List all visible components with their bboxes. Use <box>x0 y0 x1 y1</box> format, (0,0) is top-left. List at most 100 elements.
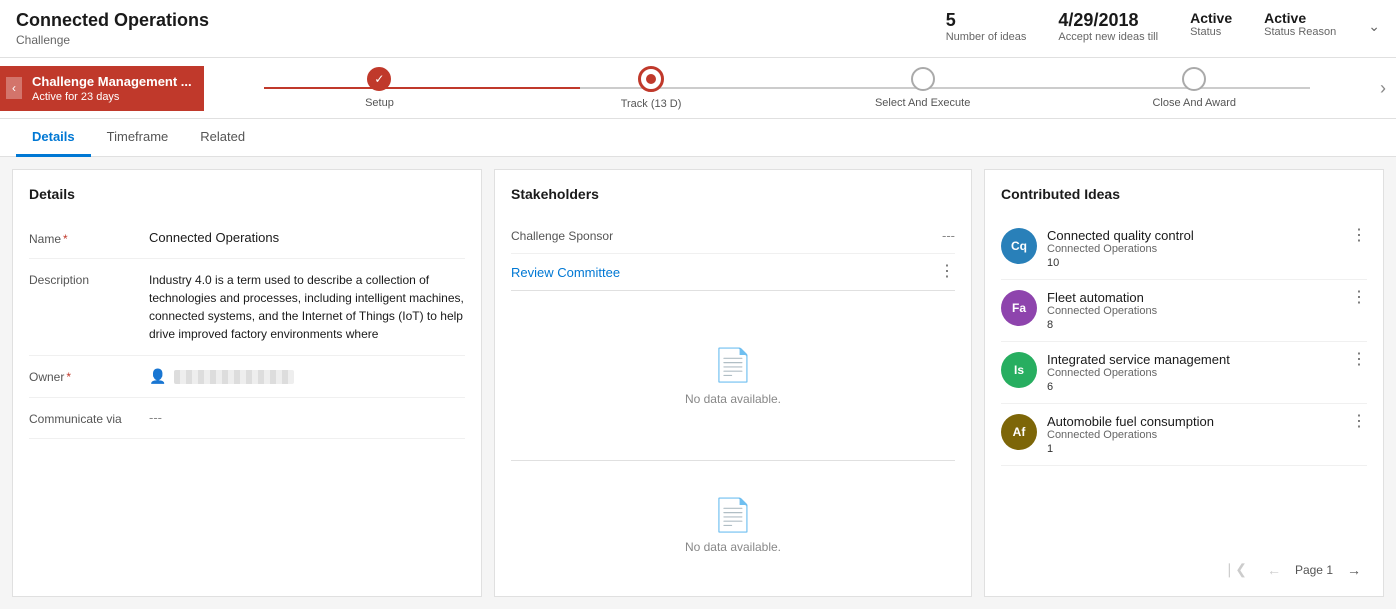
stakeholders-panel: Stakeholders Challenge Sponsor --- Revie… <box>494 169 972 597</box>
main-content: Details Name* Connected Operations Descr… <box>0 157 1396 609</box>
prev-challenge-button[interactable]: ‹ <box>6 77 22 99</box>
details-panel-title: Details <box>29 186 465 202</box>
status-reason-value: Active <box>1264 10 1306 26</box>
field-description-row: Description Industry 4.0 is a term used … <box>29 259 465 356</box>
status-label: Status <box>1190 26 1221 38</box>
sponsor-value: --- <box>942 228 955 243</box>
idea-count-0: 10 <box>1047 257 1341 269</box>
status-reason-field: Active Status Reason <box>1264 10 1336 38</box>
progress-area: ‹ Challenge Management ... Active for 23… <box>0 58 1396 119</box>
prev-page-button[interactable]: ← <box>1261 560 1287 580</box>
committee-row: Review Committee ⋮ <box>511 254 955 291</box>
idea-item-0: Cq Connected quality control Connected O… <box>1001 218 1367 280</box>
field-owner-row: Owner* 👤 <box>29 356 465 398</box>
owner-required-mark: * <box>66 370 71 384</box>
page-header: Connected Operations Challenge 5 Number … <box>0 0 1396 58</box>
tab-bar: Details Timeframe Related <box>0 119 1396 157</box>
idea-menu-icon-1[interactable]: ⋮ <box>1351 290 1367 306</box>
idea-avatar-1: Fa <box>1001 290 1037 326</box>
idea-avatar-2: Is <box>1001 352 1037 388</box>
tab-timeframe[interactable]: Timeframe <box>91 119 185 157</box>
doc-icon-2: 📄 <box>713 496 753 534</box>
name-required-mark: * <box>63 232 68 246</box>
idea-menu-icon-2[interactable]: ⋮ <box>1351 352 1367 368</box>
header-left: Connected Operations Challenge <box>16 10 946 47</box>
idea-menu-icon-3[interactable]: ⋮ <box>1351 414 1367 430</box>
committee-menu-icon[interactable]: ⋮ <box>939 264 955 280</box>
idea-info-0: Connected quality control Connected Oper… <box>1047 228 1341 269</box>
ideas-count-value: 5 <box>946 10 956 31</box>
idea-name-0: Connected quality control <box>1047 228 1341 243</box>
idea-name-2: Integrated service management <box>1047 352 1341 367</box>
field-name-label: Name* <box>29 230 149 246</box>
idea-item-3: Af Automobile fuel consumption Connected… <box>1001 404 1367 466</box>
field-communicate-row: Communicate via --- <box>29 398 465 439</box>
challenge-badge[interactable]: ‹ Challenge Management ... Active for 23… <box>0 66 204 111</box>
stakeholders-title: Stakeholders <box>511 186 955 202</box>
idea-item-1: Fa Fleet automation Connected Operations… <box>1001 280 1367 342</box>
first-page-button[interactable]: ❘❮ <box>1217 559 1252 580</box>
date-value: 4/29/2018 <box>1058 10 1138 31</box>
no-data-label-2: No data available. <box>685 540 781 554</box>
committee-label: Review Committee <box>511 265 620 280</box>
status-value: Active <box>1190 10 1232 26</box>
badge-title: Challenge Management ... <box>32 74 192 89</box>
next-page-button[interactable]: → <box>1341 560 1367 580</box>
step-close[interactable]: Close And Award <box>1058 67 1330 109</box>
person-icon: 👤 <box>149 368 166 385</box>
field-owner-value: 👤 <box>149 368 465 385</box>
owner-name-blurred <box>174 370 294 384</box>
details-panel: Details Name* Connected Operations Descr… <box>12 169 482 597</box>
owner-row: 👤 <box>149 368 465 385</box>
date-field: 4/29/2018 Accept new ideas till <box>1058 10 1158 43</box>
field-owner-label: Owner* <box>29 368 149 385</box>
ideas-panel: Contributed Ideas Cq Connected quality c… <box>984 169 1384 597</box>
ideas-count-label: Number of ideas <box>946 31 1027 43</box>
tab-details[interactable]: Details <box>16 119 91 157</box>
idea-info-2: Integrated service management Connected … <box>1047 352 1341 393</box>
step-label-track: Track (13 D) <box>621 98 682 110</box>
step-label-select: Select And Execute <box>875 97 970 109</box>
field-name-value: Connected Operations <box>149 230 465 246</box>
idea-count-3: 1 <box>1047 443 1341 455</box>
field-description-label: Description <box>29 271 149 343</box>
step-label-setup: Setup <box>365 97 394 109</box>
status-reason-label: Status Reason <box>1264 26 1336 38</box>
idea-name-3: Automobile fuel consumption <box>1047 414 1341 429</box>
idea-menu-icon-0[interactable]: ⋮ <box>1351 228 1367 244</box>
tab-related[interactable]: Related <box>184 119 261 157</box>
idea-org-2: Connected Operations <box>1047 367 1341 379</box>
field-communicate-label: Communicate via <box>29 410 149 426</box>
idea-count-1: 8 <box>1047 319 1341 331</box>
date-label: Accept new ideas till <box>1058 31 1158 43</box>
progress-steps: ✓ Setup Track (13 D) Select And Execute … <box>204 58 1370 118</box>
idea-info-1: Fleet automation Connected Operations 8 <box>1047 290 1341 331</box>
chevron-down-icon[interactable]: ⌄ <box>1368 18 1380 35</box>
ideas-title: Contributed Ideas <box>1001 186 1367 202</box>
idea-org-3: Connected Operations <box>1047 429 1341 441</box>
status-field: Active Status <box>1190 10 1232 38</box>
sponsor-label: Challenge Sponsor <box>511 229 613 243</box>
page-subtitle: Challenge <box>16 33 946 47</box>
step-circle-select <box>911 67 935 91</box>
badge-sub: Active for 23 days <box>32 91 192 103</box>
step-label-close: Close And Award <box>1152 97 1236 109</box>
header-right: 5 Number of ideas 4/29/2018 Accept new i… <box>946 10 1380 43</box>
field-name-row: Name* Connected Operations <box>29 218 465 259</box>
sponsor-row: Challenge Sponsor --- <box>511 218 955 254</box>
step-select[interactable]: Select And Execute <box>787 67 1059 109</box>
step-circle-setup: ✓ <box>367 67 391 91</box>
step-track[interactable]: Track (13 D) <box>515 66 787 110</box>
next-step-button[interactable]: › <box>1370 78 1396 99</box>
idea-count-2: 6 <box>1047 381 1341 393</box>
page-label: Page 1 <box>1295 563 1333 577</box>
committee-no-data: 📄 No data available. <box>511 291 955 460</box>
no-data-label-1: No data available. <box>685 392 781 406</box>
pagination-row: ❘❮ ← Page 1 → <box>1001 547 1367 580</box>
doc-icon-1: 📄 <box>713 346 753 384</box>
step-circle-close <box>1182 67 1206 91</box>
idea-info-3: Automobile fuel consumption Connected Op… <box>1047 414 1341 455</box>
step-setup[interactable]: ✓ Setup <box>244 67 516 109</box>
field-communicate-value: --- <box>149 410 465 426</box>
field-description-value: Industry 4.0 is a term used to describe … <box>149 271 465 343</box>
